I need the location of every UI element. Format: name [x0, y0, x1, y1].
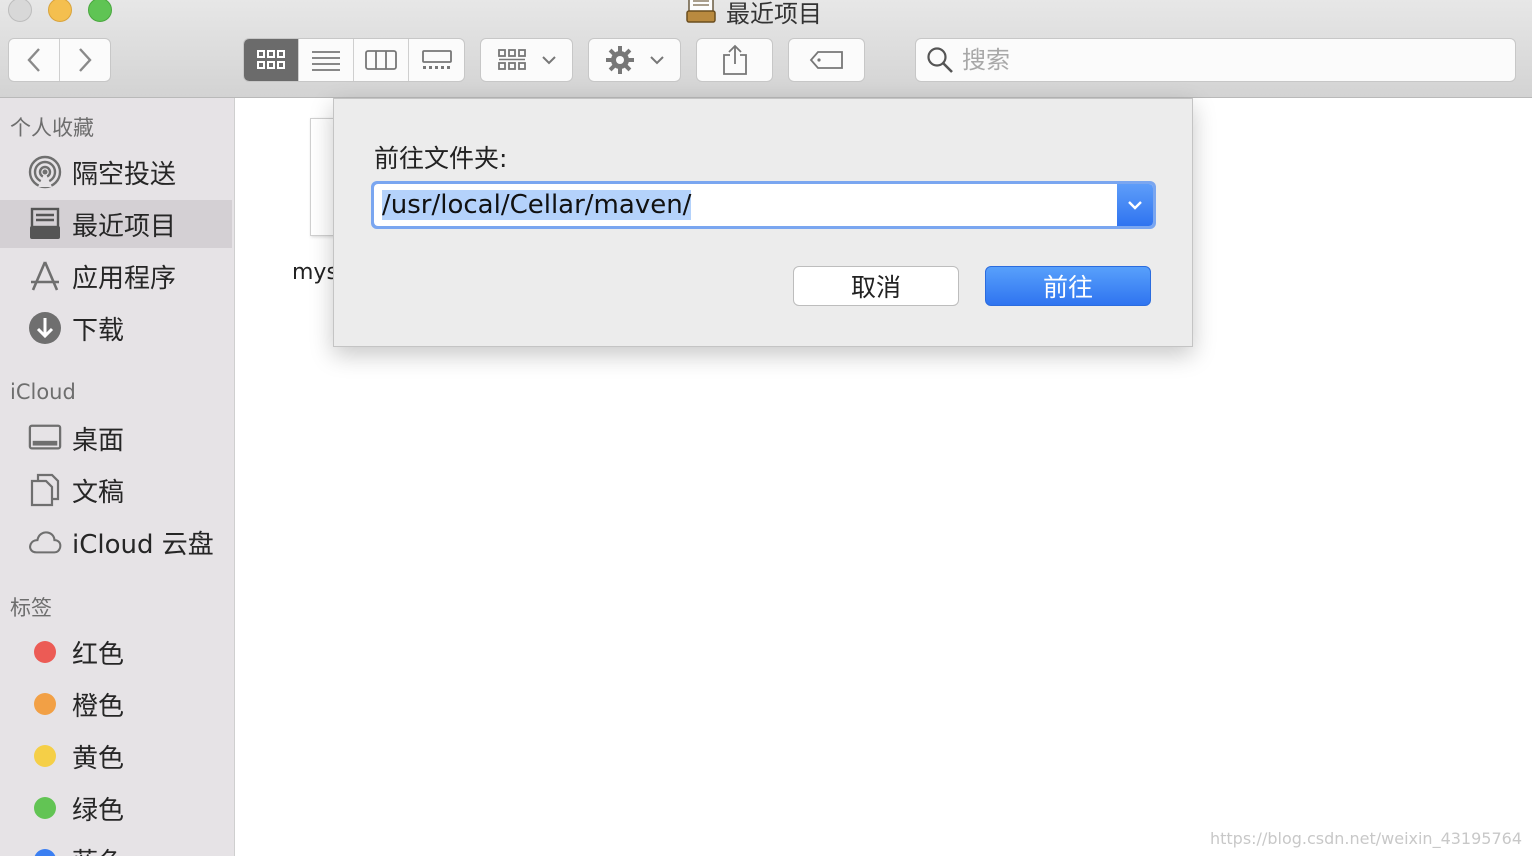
go-button[interactable]: 前往: [985, 266, 1151, 306]
path-combo-box[interactable]: /usr/local/Cellar/maven/: [371, 181, 1156, 229]
chevron-right-icon: [78, 48, 92, 72]
path-selected-text: /usr/local/Cellar/maven/: [382, 190, 692, 220]
sidebar-item-downloads[interactable]: 下载: [0, 304, 232, 352]
sidebar-item-icloud-drive[interactable]: iCloud 云盘: [0, 518, 232, 566]
sidebar-item-documents[interactable]: 文稿: [0, 466, 232, 514]
sidebar-tag-red[interactable]: 红色: [0, 628, 232, 676]
window-title: 最近项目: [686, 0, 822, 28]
minimize-window-button[interactable]: [48, 0, 72, 22]
red-tag-dot: [34, 641, 56, 663]
arrange-button[interactable]: [480, 38, 573, 82]
desktop-icon: [28, 421, 62, 455]
icon-view-button[interactable]: [244, 39, 299, 81]
sidebar-item-label: 蓝色: [72, 842, 124, 856]
gear-icon: [605, 46, 634, 74]
sidebar-item-label: 隔空投送: [72, 159, 177, 190]
toolbar: 最近项目: [0, 0, 1532, 98]
sidebar-item-desktop[interactable]: 桌面: [0, 414, 232, 462]
inbox-icon: [686, 0, 716, 27]
list-view-icon: [312, 51, 340, 71]
search-input[interactable]: [962, 46, 1482, 74]
downloads-icon: [28, 311, 62, 345]
path-history-dropdown[interactable]: [1117, 184, 1153, 226]
forward-button[interactable]: [60, 39, 111, 81]
chevron-down-icon: [649, 56, 664, 65]
tags-header: 标签: [10, 596, 52, 620]
chevron-left-icon: [27, 48, 40, 72]
airdrop-icon: [28, 155, 62, 189]
column-view-button[interactable]: [354, 39, 409, 81]
file-name-label[interactable]: mys: [292, 260, 338, 285]
applications-icon: [28, 259, 62, 293]
go-to-folder-dialog: 前往文件夹: /usr/local/Cellar/maven/ 取消 前往: [333, 98, 1193, 347]
search-icon: [927, 47, 953, 73]
share-button[interactable]: [696, 38, 773, 82]
sidebar-item-label: 下载: [72, 315, 125, 346]
blue-tag-dot: [34, 849, 56, 856]
back-button[interactable]: [9, 39, 60, 81]
sidebar-item-label: 橙色: [72, 691, 125, 722]
grid-view-icon: [257, 50, 285, 69]
sidebar-item-label: 文稿: [72, 477, 125, 508]
chevron-down-icon: [1128, 201, 1142, 210]
tag-icon: [809, 51, 843, 69]
sidebar-tag-yellow[interactable]: 黄色: [0, 732, 232, 780]
path-combo-inner: /usr/local/Cellar/maven/: [374, 184, 1153, 226]
share-icon: [722, 44, 747, 75]
sidebar-item-airdrop[interactable]: 隔空投送: [0, 148, 232, 196]
sidebar-item-label: 桌面: [72, 425, 125, 456]
sidebar-tag-green[interactable]: 绿色: [0, 784, 232, 832]
nav-buttons: [8, 38, 111, 82]
view-mode-control: [243, 38, 465, 82]
documents-icon: [28, 473, 62, 507]
sidebar-item-applications[interactable]: 应用程序: [0, 252, 232, 300]
sidebar-item-label: 应用程序: [72, 263, 177, 294]
path-input[interactable]: /usr/local/Cellar/maven/: [374, 190, 1117, 220]
sidebar-item-label: 黄色: [72, 743, 125, 774]
list-view-button[interactable]: [299, 39, 354, 81]
dialog-label: 前往文件夹:: [374, 144, 508, 173]
cancel-button[interactable]: 取消: [793, 266, 959, 306]
chevron-down-icon: [541, 56, 556, 65]
icloud-header: iCloud: [10, 380, 76, 404]
tag-button[interactable]: [788, 38, 865, 82]
sidebar-item-label: iCloud 云盘: [72, 529, 214, 560]
grid-icon: [497, 49, 526, 70]
sidebar-item-recents[interactable]: 最近项目: [0, 200, 232, 248]
orange-tag-dot: [34, 693, 56, 715]
search-field[interactable]: [915, 38, 1516, 82]
zoom-window-button[interactable]: [88, 0, 112, 22]
green-tag-dot: [34, 797, 56, 819]
recents-icon: [28, 207, 62, 241]
close-window-button[interactable]: [8, 0, 32, 22]
sidebar-item-label: 绿色: [72, 795, 125, 826]
sidebar-item-label: 最近项目: [72, 211, 177, 242]
sidebar-item-label: 红色: [72, 639, 125, 670]
sidebar-tag-blue[interactable]: 蓝色: [0, 836, 232, 856]
favorites-header: 个人收藏: [10, 116, 94, 140]
yellow-tag-dot: [34, 745, 56, 767]
column-view-icon: [365, 50, 397, 70]
window-title-text: 最近项目: [726, 0, 822, 28]
gallery-view-icon: [421, 50, 452, 69]
cloud-icon: [28, 525, 62, 559]
action-button[interactable]: [588, 38, 681, 82]
watermark: https://blog.csdn.net/weixin_43195764: [1209, 829, 1522, 848]
sidebar: 个人收藏 隔空投送 最近项目 应用程序 下载 iCloud 桌面 文稿 iClo…: [0, 98, 235, 856]
sidebar-tag-orange[interactable]: 橙色: [0, 680, 232, 728]
gallery-view-button[interactable]: [409, 39, 464, 81]
